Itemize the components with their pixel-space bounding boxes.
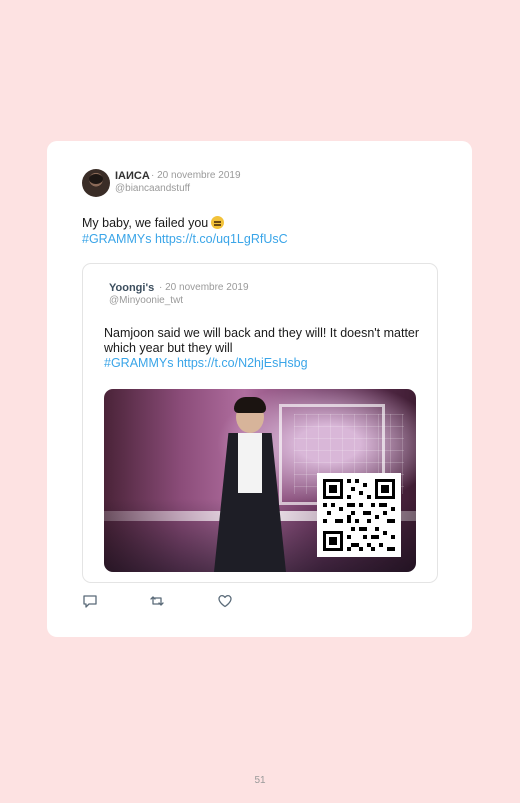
qr-code-icon [317, 473, 401, 557]
tweet-text: My baby, we failed you #GRAMMYs https://… [82, 215, 288, 247]
like-icon[interactable] [217, 593, 233, 609]
tweet-card: IAИCA · 20 novembre 2019 @biancaandstuff… [47, 141, 472, 637]
quoted-hashtag-link[interactable]: #GRAMMYs [104, 356, 173, 370]
quoted-text: Namjoon said we will back and they will!… [104, 326, 424, 371]
tweet-body: My baby, we failed you [82, 216, 209, 230]
quoted-body: Namjoon said we will back and they will!… [104, 326, 420, 355]
relieved-face-emoji-icon [211, 216, 225, 229]
page-number: 51 [254, 775, 266, 786]
reply-icon[interactable] [82, 593, 98, 609]
quoted-url-link[interactable]: https://t.co/N2hjEsHsbg [177, 356, 308, 370]
retweet-icon[interactable] [149, 593, 165, 609]
author-name[interactable]: IAИCA [115, 170, 150, 182]
quoted-tweet[interactable]: Yoongi's · 20 novembre 2019 @Minyoonie_t… [82, 263, 438, 583]
quoted-photo[interactable] [104, 389, 416, 572]
avatar[interactable] [82, 169, 110, 197]
author-handle[interactable]: @biancaandstuff [115, 183, 190, 194]
tweet-date[interactable]: · 20 novembre 2019 [151, 170, 241, 181]
quoted-date[interactable]: · 20 novembre 2019 [159, 282, 249, 293]
quoted-author-name[interactable]: Yoongi's [109, 282, 154, 294]
performer-figure [204, 389, 294, 572]
tweet-url-link[interactable]: https://t.co/uq1LgRfUsC [155, 232, 288, 246]
quoted-handle[interactable]: @Minyoonie_twt [109, 295, 183, 306]
hashtag-link[interactable]: #GRAMMYs [82, 232, 151, 246]
